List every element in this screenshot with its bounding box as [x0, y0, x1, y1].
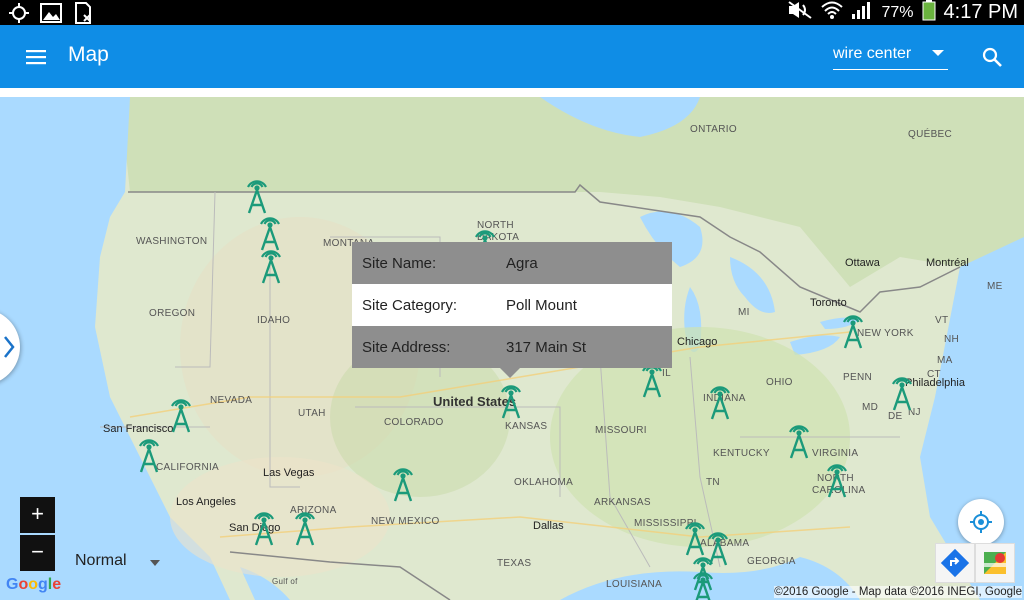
map-label-gulf: Gulf of [272, 577, 298, 586]
cell-tower-icon[interactable] [496, 380, 526, 420]
site-category-value: Poll Mount [506, 296, 577, 314]
zoom-in-button[interactable]: + [20, 497, 55, 533]
city-montreal: Montréal [926, 257, 969, 269]
status-time: 4:17 PM [943, 1, 1018, 23]
site-name-key: Site Name: [362, 254, 437, 272]
wifi-icon [821, 0, 844, 26]
map-type-dropdown[interactable]: Normal [75, 552, 165, 574]
map-label-louisiana: LOUISIANA [606, 579, 663, 590]
map-label-georgia: GEORGIA [747, 556, 796, 567]
map-label-idaho: IDAHO [257, 315, 291, 326]
cell-tower-icon[interactable] [887, 372, 917, 412]
site-name-row: Site Name: Agra [352, 242, 672, 284]
map-label-nevada: NEVADA [210, 395, 253, 406]
zoom-out-button[interactable]: − [20, 535, 55, 571]
map-label-virginia: VIRGINIA [812, 448, 859, 459]
map-label-arkansas: ARKANSAS [594, 497, 651, 508]
cell-tower-icon[interactable] [166, 394, 196, 434]
map-type-value: Normal [75, 552, 127, 569]
chevron-right-icon [4, 336, 15, 358]
map-label-oregon: OREGON [149, 308, 196, 319]
my-location-button[interactable] [958, 499, 1004, 545]
battery-percent: 77% [881, 3, 914, 21]
map-label-kentucky: KENTUCKY [713, 448, 770, 459]
map-label-oklahoma: OKLAHOMA [514, 477, 574, 488]
map-label-ohio: OHIO [766, 377, 793, 388]
divider [0, 88, 1024, 97]
city-chicago: Chicago [677, 336, 718, 348]
map-label-texas: TEXAS [497, 558, 532, 569]
site-address-row: Site Address: 317 Main St [352, 326, 672, 368]
cell-tower-icon[interactable] [388, 463, 418, 503]
map-view[interactable]: ONTARIO QUÉBEC WASHINGTON MONTANA NORTH … [0, 97, 1024, 600]
cell-tower-icon[interactable] [249, 507, 279, 547]
wire-center-dropdown[interactable]: wire center [833, 45, 948, 70]
menu-icon[interactable] [24, 45, 48, 69]
city-los-angeles: Los Angeles [176, 496, 236, 508]
map-label-ma: MA [937, 355, 953, 366]
crosshair-icon [970, 511, 992, 533]
map-label-missouri: MISSOURI [595, 425, 647, 436]
map-label-washington: WASHINGTON [136, 236, 208, 247]
site-info-popup[interactable]: Site Name: Agra Site Category: Poll Moun… [352, 242, 672, 378]
gallery-icon [40, 2, 62, 23]
chevron-down-icon [150, 560, 160, 566]
cell-tower-icon[interactable] [838, 310, 868, 350]
google-logo: Google [6, 576, 62, 593]
site-category-row: Site Category: Poll Mount [352, 284, 672, 326]
sim-icon [72, 2, 94, 24]
map-copyright: ©2016 Google - Map data ©2016 INEGI, Goo… [774, 586, 1022, 598]
signal-icon [851, 0, 873, 26]
status-left-icons [8, 2, 94, 24]
cell-tower-icon[interactable] [784, 420, 814, 460]
chevron-down-icon [932, 50, 944, 56]
app-bar: Map wire center [0, 25, 1024, 88]
page-title: Map [68, 43, 109, 66]
map-label-me: ME [987, 281, 1003, 292]
open-in-maps-button[interactable] [975, 543, 1015, 583]
city-dallas: Dallas [533, 520, 564, 532]
city-ottawa: Ottawa [845, 257, 880, 269]
wire-center-value: wire center [833, 45, 912, 62]
search-icon[interactable] [980, 45, 1004, 69]
popup-pointer [500, 368, 520, 378]
cell-tower-icon[interactable] [290, 507, 320, 547]
map-label-de: DE [888, 411, 903, 422]
cell-tower-icon[interactable] [688, 567, 718, 600]
map-label-penn: PENN [843, 372, 872, 383]
map-label-nh: NH [944, 334, 960, 345]
site-address-key: Site Address: [362, 338, 451, 356]
status-bar: 77% 4:17 PM [0, 0, 1024, 25]
map-label-kansas: KANSAS [505, 421, 548, 432]
directions-button[interactable] [935, 543, 975, 583]
cell-tower-icon[interactable] [822, 459, 852, 499]
site-address-value: 317 Main St [506, 338, 587, 356]
directions-icon [940, 548, 970, 578]
cell-tower-icon[interactable] [134, 434, 164, 474]
map-label-md: MD [862, 402, 879, 413]
battery-icon [922, 0, 936, 27]
map-label-new-mexico: NEW MEXICO [371, 516, 440, 527]
map-label-california: CALIFORNIA [156, 462, 220, 473]
site-category-key: Site Category: [362, 296, 458, 314]
cell-tower-icon[interactable] [256, 245, 286, 285]
google-maps-icon [984, 552, 1006, 574]
cell-tower-icon[interactable] [242, 175, 272, 215]
map-label-tn: TN [706, 477, 720, 488]
gps-icon [8, 2, 30, 23]
site-name-value: Agra [506, 254, 538, 272]
cell-tower-icon[interactable] [705, 381, 735, 421]
map-label-quebec: QUÉBEC [908, 129, 953, 140]
mute-icon [787, 0, 813, 26]
map-label-colorado: COLORADO [384, 417, 444, 428]
map-label-vt: VT [935, 315, 949, 326]
status-right: 77% 4:17 PM [787, 0, 1018, 25]
city-las-vegas: Las Vegas [263, 467, 315, 479]
city-toronto: Toronto [810, 297, 847, 309]
map-label-ontario: ONTARIO [690, 124, 737, 135]
map-label-mi: MI [738, 307, 750, 318]
map-label-utah: UTAH [298, 408, 326, 419]
